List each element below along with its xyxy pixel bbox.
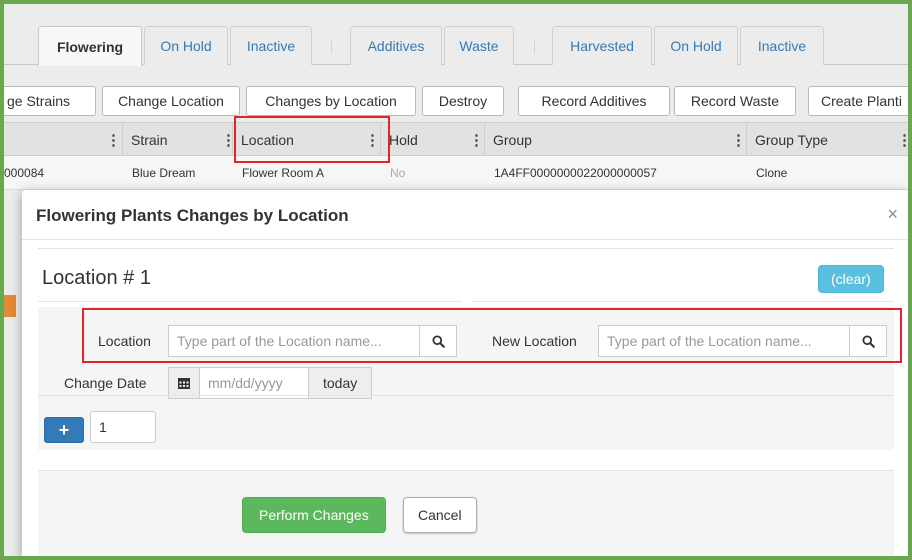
grid-column-group[interactable]: Group ⋮ bbox=[485, 123, 747, 156]
new-location-search-button[interactable] bbox=[849, 325, 887, 357]
tab-waste[interactable]: Waste bbox=[444, 26, 514, 65]
grid-column-location[interactable]: Location ⋮ bbox=[233, 123, 381, 156]
cell-strain: Blue Dream bbox=[132, 166, 196, 180]
record-waste-button[interactable]: Record Waste bbox=[674, 86, 796, 116]
dialog-title: Flowering Plants Changes by Location bbox=[36, 206, 349, 225]
cell-group: 1A4FF0000000022000000057 bbox=[494, 166, 657, 180]
app-frame: Flowering On Hold Inactive Additives Was… bbox=[4, 4, 908, 556]
grid-header: ⋮ Strain ⋮ Location ⋮ Hold ⋮ Group ⋮ Gro… bbox=[4, 122, 908, 156]
column-label: Strain bbox=[131, 131, 168, 148]
tab-harvested-on-hold[interactable]: On Hold bbox=[654, 26, 738, 65]
perform-changes-button[interactable]: Perform Changes bbox=[242, 497, 386, 533]
close-icon[interactable]: × bbox=[887, 204, 898, 225]
create-plantings-button[interactable]: Create Planti bbox=[808, 86, 908, 116]
new-location-search-input[interactable] bbox=[598, 325, 850, 357]
location-section-title: Location # 1 bbox=[42, 267, 151, 289]
record-additives-button[interactable]: Record Additives bbox=[518, 86, 670, 116]
add-location-button[interactable]: + bbox=[44, 417, 84, 443]
changes-by-location-dialog: Flowering Plants Changes by Location × L… bbox=[22, 190, 908, 556]
column-menu-icon[interactable]: ⋮ bbox=[897, 131, 908, 149]
location-label: Location bbox=[98, 333, 151, 349]
column-label: Group Type bbox=[755, 131, 828, 148]
divider bbox=[38, 395, 894, 396]
search-icon bbox=[431, 334, 445, 348]
table-row[interactable]: 000084 Blue Dream Flower Room A No 1A4FF… bbox=[4, 156, 908, 190]
tab-additives[interactable]: Additives bbox=[350, 26, 442, 65]
column-label: Hold bbox=[389, 131, 418, 148]
column-menu-icon[interactable]: ⋮ bbox=[731, 131, 746, 149]
cell-id: 000084 bbox=[4, 166, 45, 180]
column-menu-icon[interactable]: ⋮ bbox=[106, 131, 121, 149]
clear-button[interactable]: (clear) bbox=[818, 265, 884, 293]
column-menu-icon[interactable]: ⋮ bbox=[365, 131, 380, 149]
dialog-header: Flowering Plants Changes by Location × bbox=[22, 190, 908, 240]
column-label: Group bbox=[493, 131, 532, 148]
tab-bar: Flowering On Hold Inactive Additives Was… bbox=[4, 18, 908, 66]
panel-heading: Location # 1 (clear) bbox=[38, 249, 894, 307]
new-location-label: New Location bbox=[492, 333, 577, 349]
tab-flowering[interactable]: Flowering bbox=[38, 26, 142, 66]
location-search-input[interactable] bbox=[168, 325, 420, 357]
divider bbox=[38, 301, 462, 302]
grid-column-strain[interactable]: Strain ⋮ bbox=[123, 123, 236, 156]
column-menu-icon[interactable]: ⋮ bbox=[469, 131, 484, 149]
calendar-icon bbox=[178, 378, 190, 389]
grid-column-group-type[interactable]: Group Type ⋮ bbox=[747, 123, 908, 156]
selected-row-marker bbox=[4, 295, 16, 317]
grid-column-id[interactable]: ⋮ bbox=[4, 123, 123, 156]
change-strains-button[interactable]: ge Strains bbox=[4, 86, 96, 116]
location-count-input[interactable] bbox=[90, 411, 156, 443]
tab-divider bbox=[534, 40, 535, 54]
cancel-button[interactable]: Cancel bbox=[403, 497, 477, 533]
destroy-button[interactable]: Destroy bbox=[422, 86, 504, 116]
cell-location: Flower Room A bbox=[242, 166, 325, 180]
tab-divider bbox=[331, 40, 332, 54]
search-icon bbox=[861, 334, 875, 348]
tab-on-hold[interactable]: On Hold bbox=[144, 26, 228, 65]
location-panel: Location # 1 (clear) Location New Locati… bbox=[38, 248, 894, 450]
tab-inactive[interactable]: Inactive bbox=[230, 26, 312, 65]
column-label: Location bbox=[241, 131, 294, 148]
divider bbox=[472, 301, 894, 302]
changes-by-location-button[interactable]: Changes by Location bbox=[246, 86, 416, 116]
tab-harvested-inactive[interactable]: Inactive bbox=[740, 26, 824, 65]
change-date-label: Change Date bbox=[64, 375, 147, 391]
cell-group-type: Clone bbox=[756, 166, 788, 180]
location-search-button[interactable] bbox=[419, 325, 457, 357]
action-toolbar: ge Strains Change Location Changes by Lo… bbox=[4, 86, 908, 116]
tab-harvested[interactable]: Harvested bbox=[552, 26, 652, 65]
grid-column-hold[interactable]: Hold ⋮ bbox=[381, 123, 485, 156]
cell-hold: No bbox=[390, 166, 406, 180]
change-location-button[interactable]: Change Location bbox=[102, 86, 240, 116]
